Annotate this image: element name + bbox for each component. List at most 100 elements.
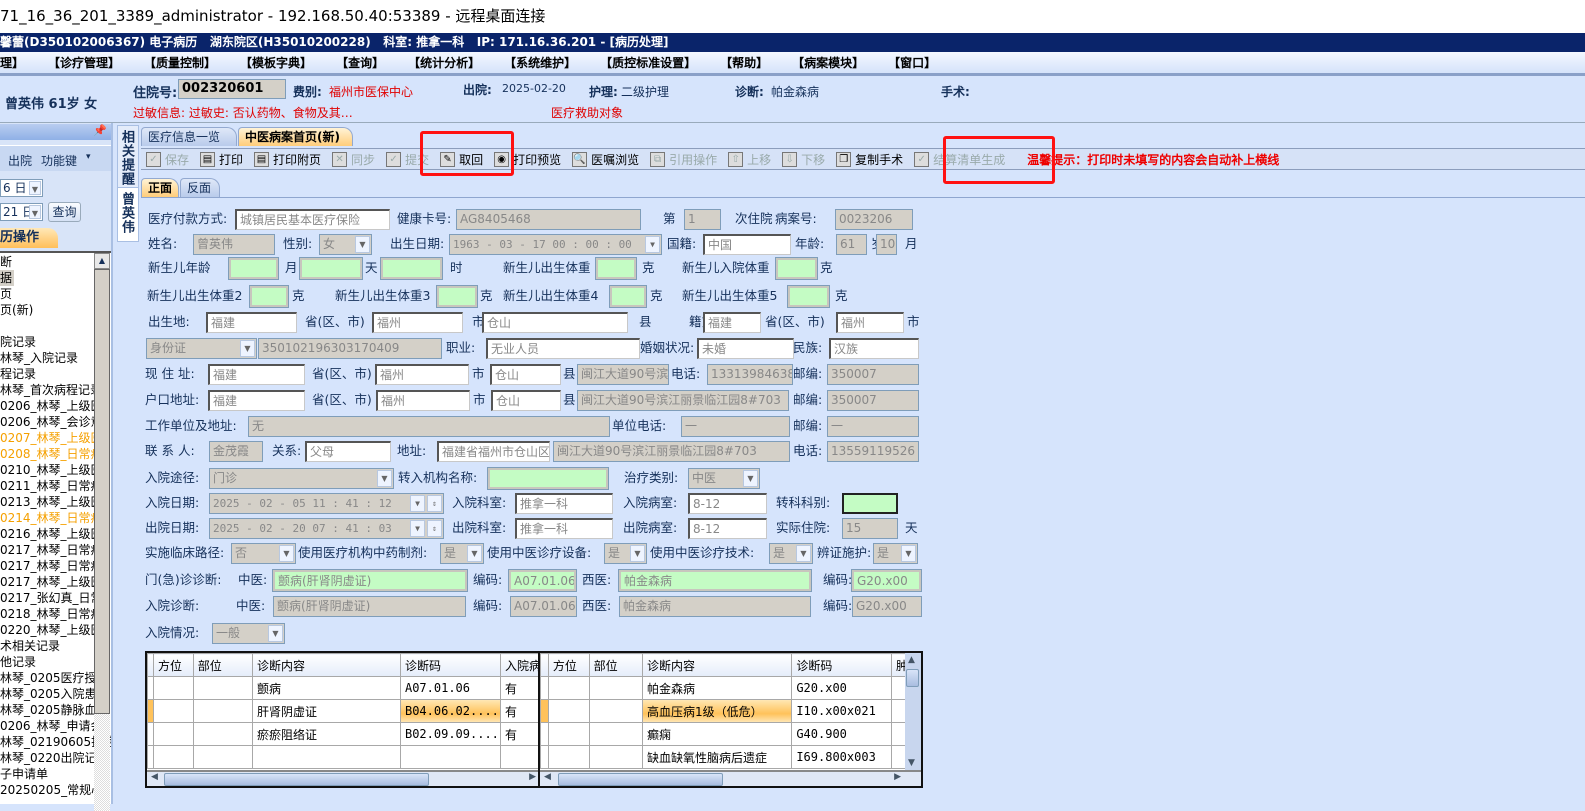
tcm-technique-select[interactable]: 是 ▼ [769,543,813,564]
menu-item[interactable]: 【统计分析】 [408,54,480,71]
newborn-weight3-input[interactable] [436,285,478,308]
discharge-dept-input[interactable]: 推拿一科 [515,518,613,539]
discharge-ward-input[interactable]: 8-12 [688,518,767,539]
table-cell[interactable]: 瘀瘀阻络证 [251,722,401,746]
scroll-right-icon[interactable]: ▶ [529,772,536,782]
table-cell[interactable]: 帕金森病 [641,676,793,700]
table-cell[interactable] [192,699,253,723]
table-row[interactable]: 瘀瘀阻络证 B02.09.09.... 有 [147,722,538,746]
column-header[interactable]: 部位 [192,653,253,677]
toolbar-button-0[interactable]: ✓ 保存 [146,151,189,168]
scroll-left-icon[interactable]: ◀ [151,772,158,782]
menu-item[interactable]: 【质量控制】 [144,54,216,71]
table-cell[interactable]: G20.x00 [791,676,892,700]
toolbar-button-10[interactable]: ⇩ 下移 [782,151,825,168]
discharge-button[interactable]: 出院 [8,152,32,169]
id-type-select[interactable]: 身份证 ▼ [146,338,257,359]
chevron-down-icon[interactable]: ▼ [377,470,392,487]
admission-ward-input[interactable]: 8-12 [688,493,767,514]
sex-select[interactable]: 女 ▼ [319,234,372,255]
table-cell[interactable] [588,699,643,723]
table-cell[interactable] [547,699,590,723]
vertical-scrollbar[interactable]: ▲ ▼ [905,653,921,772]
table-cell[interactable] [547,745,590,769]
discharge-date-picker[interactable]: 2025 - 02 - 20 07 : 41 : 03 ▼ ⇕ [209,518,444,539]
spinner-icon[interactable]: ⇕ [427,495,442,512]
scroll-up-icon[interactable]: ▲ [908,655,915,665]
table-cell[interactable] [547,722,590,746]
newborn-weight2-input[interactable] [249,285,289,308]
column-header[interactable]: 诊断内容 [251,653,401,677]
menu-item[interactable]: 【帮助】 [720,54,768,71]
table-cell[interactable] [547,676,590,700]
table-row[interactable]: 缺血缺氧性脑病后遗症 I69.800x003 [540,745,910,769]
table-cell[interactable] [251,745,401,769]
function-key-button[interactable]: 功能键 [41,152,77,169]
vtab-patient[interactable]: 曾英伟 [117,187,139,242]
table-cell[interactable]: 高血压病1级（低危） [641,699,793,723]
table-cell[interactable] [152,722,194,746]
table-cell[interactable] [399,745,501,769]
outpatient-western-diagnosis-input[interactable]: 帕金森病 [618,569,812,592]
clinical-path-select[interactable]: 否 ▼ [231,543,296,564]
outpatient-tcm-diagnosis-input[interactable]: 颤病(肝肾阴虚证) [272,569,468,592]
menu-item[interactable]: 【窗口】 [888,54,936,71]
table-cell[interactable]: 颤病 [251,676,401,700]
table-cell[interactable] [192,745,253,769]
chevron-down-icon[interactable]: ▼ [29,205,41,219]
scrollbar-thumb[interactable] [558,773,723,786]
tree-item[interactable]: 据 [0,270,14,286]
column-header[interactable]: 诊断码 [791,653,892,677]
scroll-left-icon[interactable]: ◀ [544,772,551,782]
table-row[interactable]: 颤病 A07.01.06 有 [147,676,538,700]
table-cell[interactable] [152,745,194,769]
treatment-type-select[interactable]: 中医 ▼ [688,468,760,489]
birthplace-city-input[interactable]: 福州 [372,312,463,333]
newborn-age-hour-input[interactable] [380,257,443,280]
table-cell[interactable] [588,745,643,769]
menu-item[interactable]: 【模板字典】 [240,54,312,71]
admission-dept-input[interactable]: 推拿一科 [515,493,613,514]
table-cell[interactable]: 有 [499,722,538,746]
household-county-input[interactable]: 仓山 [491,390,561,411]
scroll-right-icon[interactable]: ▶ [894,772,901,782]
birth-date-picker[interactable]: 1963 - 03 - 17 00 : 00 : 00 ▼ [449,234,662,255]
scrollbar-thumb[interactable] [906,669,919,687]
date-select-to[interactable]: 21 日 ▼ [0,203,43,221]
table-cell[interactable] [192,676,253,700]
household-city-input[interactable]: 福州 [376,390,470,411]
allergy-info[interactable]: 过敏信息: 过敏史: 否认药物、食物及其… [133,104,353,121]
menu-item[interactable]: 【质控标准设置】 [600,54,696,71]
menu-item[interactable]: 【诊疗管理】 [48,54,120,71]
toolbar-button-7[interactable]: 🔍 医嘱浏览 [572,151,639,168]
column-header[interactable]: 诊断内容 [641,653,793,677]
ethnicity-input[interactable]: 汉族 [829,338,919,359]
toolbar-button-3[interactable]: ✕ 同步 [332,151,375,168]
toolbar-button-11[interactable]: ❐ 复制手术 [836,151,903,168]
chevron-down-icon[interactable]: ▾ [86,152,91,162]
tab-record-operations[interactable]: 历操作 [0,228,58,248]
date-select-from[interactable]: 6 日 ▼ [0,179,43,197]
newborn-age-day-input[interactable] [299,257,363,280]
tree-scrollbar[interactable]: ▲ [94,253,110,811]
table-row[interactable] [147,745,538,769]
scrollbar-thumb[interactable] [164,773,429,786]
column-header[interactable]: 诊断码 [399,653,501,677]
table-cell[interactable] [499,745,538,769]
table-row[interactable]: 肝肾阴虚证 B04.06.02.... 有 [147,699,538,723]
newborn-weight5-input[interactable] [787,285,830,308]
admission-route-select[interactable]: 门诊 ▼ [209,468,394,489]
table-cell[interactable]: G40.900 [791,722,892,746]
table-row[interactable]: 帕金森病 G20.x00 [540,676,910,700]
table-row[interactable]: 高血压病1级（低危） I10.x00x021 [540,699,910,723]
menu-item[interactable]: 【病案模块】 [792,54,864,71]
table-cell[interactable] [192,722,253,746]
horizontal-scrollbar[interactable]: ◀ ▶ [540,770,921,786]
chevron-down-icon[interactable]: ▼ [410,520,425,537]
chevron-down-icon[interactable]: ▼ [796,545,811,562]
current-city-input[interactable]: 福州 [375,364,469,385]
toolbar-button-1[interactable]: ▤ 打印 [200,151,243,168]
outpatient-western-code-input[interactable]: G20.x00 [851,569,922,592]
table-row[interactable]: 癫痫 G40.900 [540,722,910,746]
pin-icon[interactable]: 📌 [93,124,107,137]
